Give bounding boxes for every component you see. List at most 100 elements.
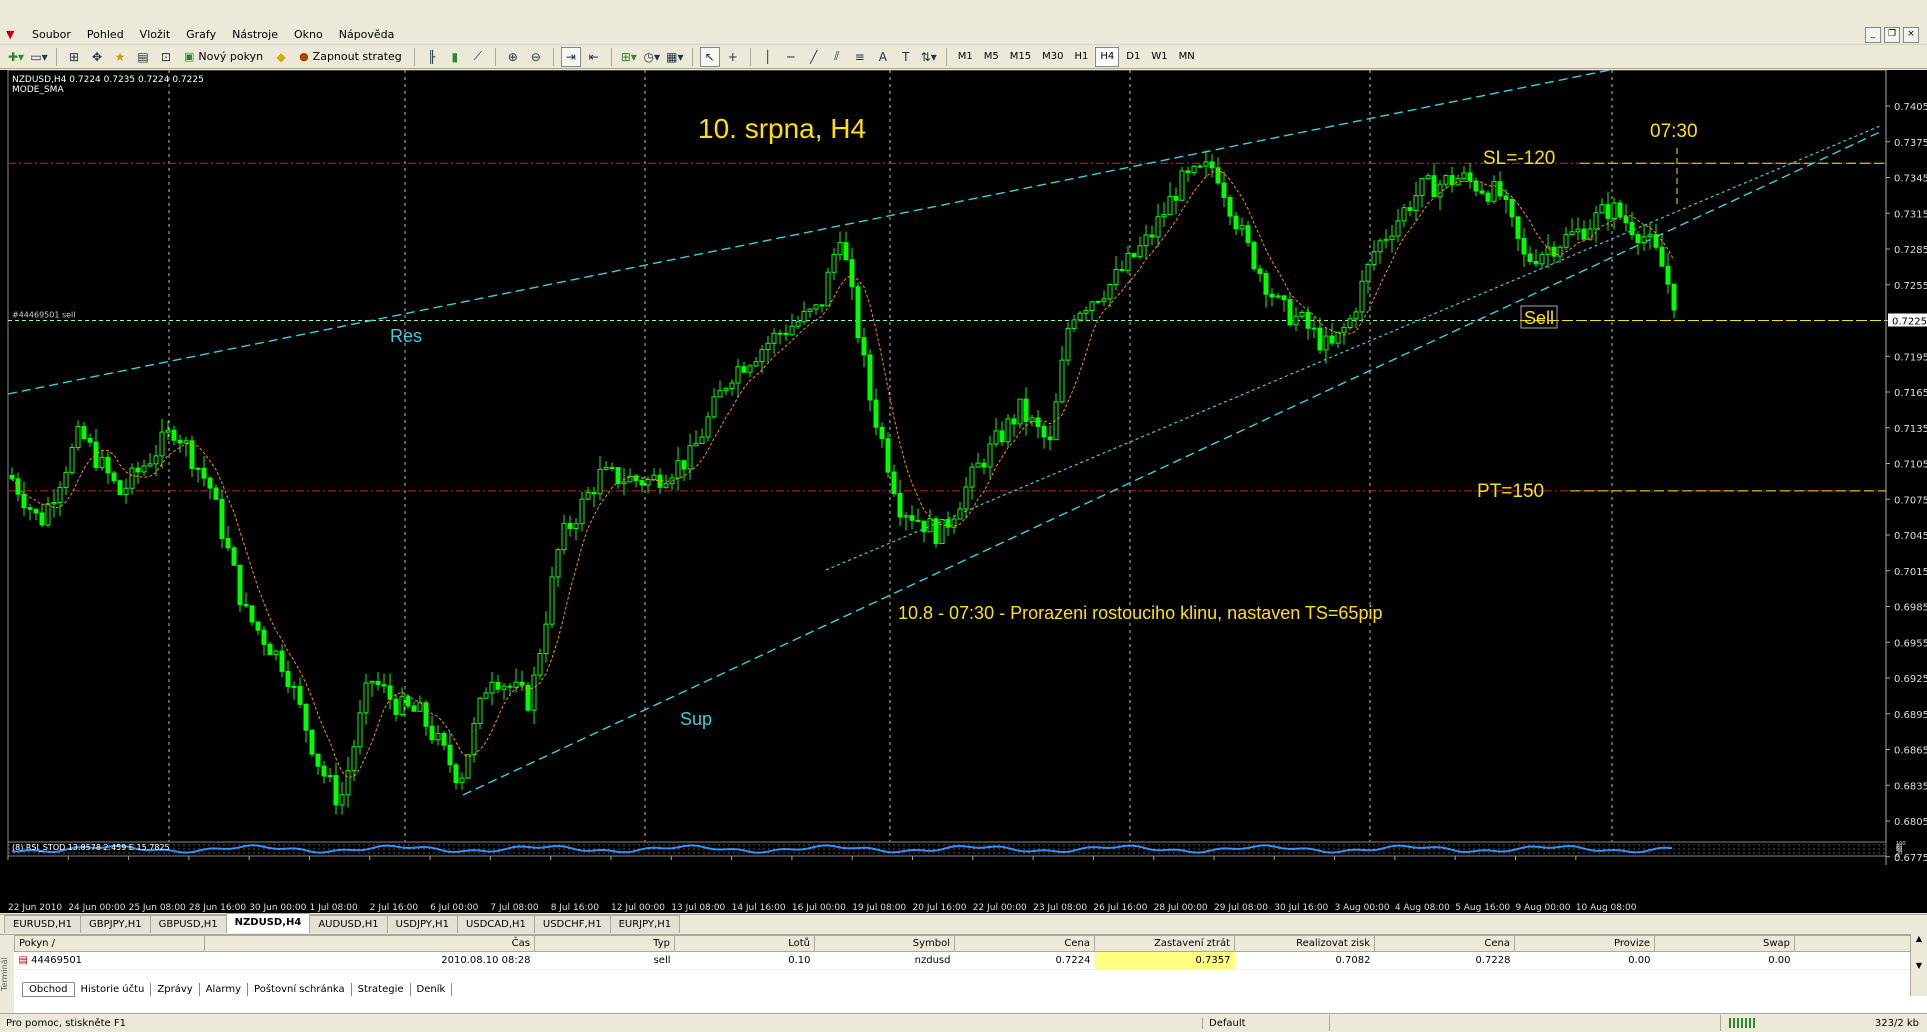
candlestick [1672,284,1676,318]
fibonacci-icon[interactable]: ≡ [850,47,870,67]
timeframe-m5[interactable]: M5 [980,48,1003,66]
timeframe-h4[interactable]: H4 [1095,47,1119,67]
col-swap[interactable]: Swap [1655,936,1795,952]
line-chart-icon[interactable]: ⟋ [468,47,488,67]
channel-icon[interactable]: ⫽ [827,47,847,67]
table-row[interactable]: ▤ 44469501 2010.08.10 08:28 sell 0.10 nz… [15,952,1927,970]
templates-icon[interactable]: ▦▾ [665,47,685,67]
text-icon[interactable]: A [873,47,893,67]
price-chart[interactable]: 0.74050.73750.73450.73150.72850.72550.72… [0,70,1927,913]
tab-usdchf-h1[interactable]: USDCHF,H1 [534,915,611,933]
menu-help[interactable]: Nápověda [331,28,403,41]
tab-journal[interactable]: Deník [411,983,453,996]
candle-body [106,457,110,473]
col-symbol[interactable]: Symbol [815,936,955,952]
minimize-icon[interactable]: _ [1865,27,1881,43]
timeframe-m15[interactable]: M15 [1006,48,1035,66]
text-label-icon[interactable]: T [896,47,916,67]
tab-trade[interactable]: Obchod [22,982,75,997]
tab-mailbox[interactable]: Poštovní schránka [248,983,352,996]
col-type[interactable]: Typ [535,936,675,952]
col-order[interactable]: Pokyn / [15,936,205,952]
timeframe-mn[interactable]: MN [1175,48,1199,66]
candlestick [1492,175,1496,203]
candlestick-icon[interactable]: ▮ [445,47,465,67]
arrows-icon[interactable]: ⇅▾ [919,47,939,67]
expert-advisors-button[interactable]: ● Zapnout strateg [294,47,407,67]
col-lots[interactable]: Lotů [675,936,815,952]
close-icon[interactable]: × [1903,27,1919,43]
timeframe-m1[interactable]: M1 [954,48,977,66]
candlestick [1204,150,1208,177]
data-window-icon[interactable]: ✥ [87,47,107,67]
bar-chart-icon[interactable]: ╟ [422,47,442,67]
date-label: 24 Jun 00:00 [68,903,125,913]
auto-scroll-icon[interactable]: ⇥ [561,47,581,67]
candlestick [172,426,176,446]
profiles-icon[interactable]: ▭▾ [29,47,49,67]
candle-body [238,565,242,604]
tab-usdjpy-h1[interactable]: USDJPY,H1 [387,915,458,933]
candlestick [1342,323,1346,345]
col-sl[interactable]: Zastavení ztrát [1095,936,1235,952]
tab-usdcad-h1[interactable]: USDCAD,H1 [457,915,535,933]
restore-icon[interactable]: ❐ [1884,27,1900,43]
metaeditor-icon[interactable]: ◆ [271,47,291,67]
col-commission[interactable]: Provize [1515,936,1655,952]
navigator-icon[interactable]: ★ [110,47,130,67]
zoom-out-icon[interactable]: ⊖ [526,47,546,67]
menu-file[interactable]: Soubor [24,28,79,41]
col-time[interactable]: Čas [205,936,535,952]
menu-tools[interactable]: Nástroje [224,28,286,41]
timeframe-d1[interactable]: D1 [1122,48,1144,66]
menu-insert[interactable]: Vložit [132,28,178,41]
order-sl[interactable]: 0.7357 [1095,952,1235,970]
tab-audusd-h1[interactable]: AUDUSD,H1 [309,915,387,933]
tab-gbpusd-h1[interactable]: GBPUSD,H1 [150,915,227,933]
trendline-icon[interactable]: ╱ [804,47,824,67]
market-watch-icon[interactable]: ⊞ [64,47,84,67]
col-cur-price[interactable]: Cena [1375,936,1515,952]
indicators-icon[interactable]: ⊞▾ [619,47,639,67]
chart-shift-icon[interactable]: ⇤ [584,47,604,67]
terminal-icon[interactable]: ▤ [133,47,153,67]
candle-body [988,444,992,467]
timeframe-w1[interactable]: W1 [1147,48,1171,66]
menu-window[interactable]: Okno [286,28,331,41]
tab-eurusd-h1[interactable]: EURUSD,H1 [4,915,81,933]
candle-body [886,439,890,472]
timeframe-h1[interactable]: H1 [1071,48,1093,66]
candlestick [1180,167,1184,201]
candle-body [1366,264,1370,281]
zoom-in-icon[interactable]: ⊕ [503,47,523,67]
tab-account-history[interactable]: Historie účtu [75,983,152,996]
col-price[interactable]: Cena [955,936,1095,952]
order-tp[interactable]: 0.7082 [1235,952,1375,970]
new-chart-icon[interactable]: ✚▾ [6,47,26,67]
tester-icon[interactable]: ⊡ [156,47,176,67]
candlestick [1444,174,1448,189]
crosshair-icon[interactable]: + [723,47,743,67]
candlestick [754,357,758,367]
terminal-scrollbar[interactable]: ▲▼ [1910,934,1927,996]
indicator-label: (8) RSI_STOD 13.8578 2.459 E 15.7825 [12,843,170,852]
col-profit[interactable]: Zisk [1795,936,1927,952]
tab-news[interactable]: Zprávy [151,983,199,996]
tab-gbpjpy-h1[interactable]: GBPJPY,H1 [80,915,151,933]
tab-strategies[interactable]: Strategie [352,983,411,996]
horizontal-line-icon[interactable]: ─ [781,47,801,67]
date-label: 8 Jul 16:00 [551,903,600,913]
chart-window[interactable]: 0.74050.73750.73450.73150.72850.72550.72… [0,70,1927,913]
periods-icon[interactable]: ◷▾ [642,47,662,67]
timeframe-m30[interactable]: M30 [1038,48,1067,66]
candle-body [1102,299,1106,302]
menu-view[interactable]: Pohled [79,28,132,41]
col-tp[interactable]: Realizovat zisk [1235,936,1375,952]
new-order-button[interactable]: ▣ Nový pokyn [179,47,268,67]
menu-charts[interactable]: Grafy [178,28,224,41]
tab-eurjpy-h1[interactable]: EURJPY,H1 [610,915,681,933]
tab-nzdusd-h4[interactable]: NZDUSD,H4 [226,913,311,933]
cursor-icon[interactable]: ↖ [700,47,720,67]
vertical-line-icon[interactable]: │ [758,47,778,67]
tab-alerts[interactable]: Alarmy [200,983,248,996]
